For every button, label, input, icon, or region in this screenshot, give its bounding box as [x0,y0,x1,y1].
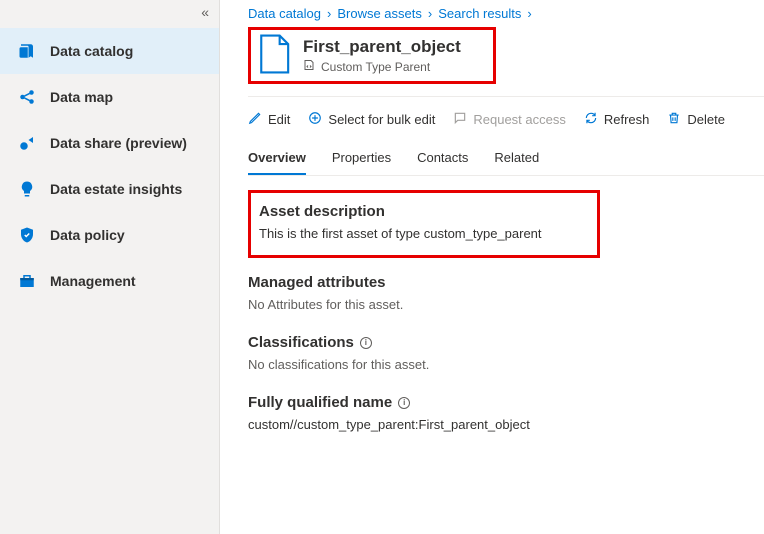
refresh-button[interactable]: Refresh [584,111,650,128]
sidebar-item-data-share[interactable]: Data share (preview) [0,120,219,166]
toolbar: Edit Select for bulk edit Request access… [248,96,764,138]
chat-icon [453,111,467,128]
sidebar-item-label: Management [50,273,136,289]
section-text: No Attributes for this asset. [248,297,764,312]
sidebar-item-label: Data map [50,89,113,105]
tab-properties[interactable]: Properties [332,144,391,175]
section-heading: Asset description [259,203,589,220]
breadcrumb: Data catalog › Browse assets › Search re… [248,4,764,27]
breadcrumb-item[interactable]: Search results [438,6,521,21]
sidebar-item-label: Data policy [50,227,125,243]
edit-button[interactable]: Edit [248,111,290,128]
breadcrumb-item[interactable]: Browse assets [337,6,422,21]
sidebar-item-data-estate-insights[interactable]: Data estate insights [0,166,219,212]
trash-icon [667,111,681,128]
delete-button[interactable]: Delete [667,111,725,128]
breadcrumb-item[interactable]: Data catalog [248,6,321,21]
chevron-right-icon: › [527,6,531,21]
section-heading: Classifications i [248,334,764,351]
request-access-button: Request access [453,111,566,128]
collapse-icon[interactable]: « [201,4,209,20]
section-heading: Managed attributes [248,274,764,291]
plus-circle-icon [308,111,322,128]
asset-title: First_parent_object [303,37,461,57]
chevron-right-icon: › [428,6,432,21]
section-heading: Fully qualified name i [248,394,764,411]
tab-related[interactable]: Related [494,144,539,175]
section-text: custom//custom_type_parent:First_parent_… [248,417,764,432]
info-icon[interactable]: i [360,337,372,349]
lightbulb-icon [18,180,36,198]
section-text: This is the first asset of type custom_t… [259,226,589,241]
info-icon[interactable]: i [398,397,410,409]
sidebar: « Data catalog Data map Data share (prev… [0,0,220,534]
book-icon [18,42,36,60]
fully-qualified-name-section: Fully qualified name i custom//custom_ty… [248,378,764,438]
chevron-right-icon: › [327,6,331,21]
refresh-icon [584,111,598,128]
sidebar-item-label: Data share (preview) [50,135,187,151]
managed-attributes-section: Managed attributes No Attributes for thi… [248,258,764,318]
sidebar-item-label: Data catalog [50,43,133,59]
share-nodes-icon [18,88,36,106]
shield-check-icon [18,226,36,244]
type-icon [303,59,315,74]
sidebar-item-data-catalog[interactable]: Data catalog [0,28,219,74]
tab-overview[interactable]: Overview [248,144,306,175]
asset-description-section: Asset description This is the first asse… [248,190,600,258]
tab-contacts[interactable]: Contacts [417,144,468,175]
asset-header: First_parent_object Custom Type Parent [248,27,496,84]
sidebar-item-label: Data estate insights [50,181,182,197]
pencil-icon [248,111,262,128]
sidebar-item-data-policy[interactable]: Data policy [0,212,219,258]
select-bulk-button[interactable]: Select for bulk edit [308,111,435,128]
file-icon [257,34,291,77]
sidebar-item-data-map[interactable]: Data map [0,74,219,120]
classifications-section: Classifications i No classifications for… [248,318,764,378]
tabs: Overview Properties Contacts Related [248,144,764,176]
asset-subtitle: Custom Type Parent [303,59,461,74]
sidebar-item-management[interactable]: Management [0,258,219,304]
main-content: Data catalog › Browse assets › Search re… [220,0,764,534]
toolbox-icon [18,272,36,290]
share-arrow-icon [18,134,36,152]
section-text: No classifications for this asset. [248,357,764,372]
